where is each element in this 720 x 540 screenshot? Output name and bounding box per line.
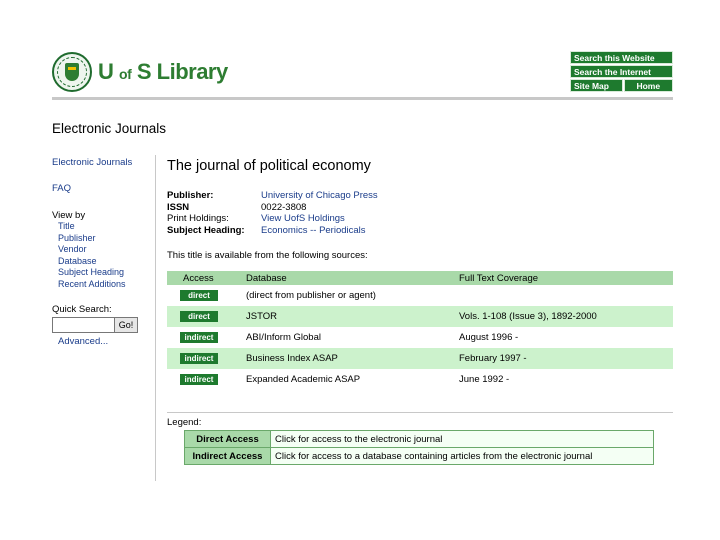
publisher-row: Publisher: University of Chicago Press [167, 190, 673, 202]
issn-value: 0022-3808 [261, 201, 307, 213]
go-button[interactable]: Go! [114, 317, 138, 333]
view-by-recent-additions[interactable]: Recent Additions [52, 279, 152, 291]
sources-header-row: Access Database Full Text Coverage [167, 271, 673, 285]
header-divider [52, 97, 673, 100]
page-title: Electronic Journals [52, 121, 167, 136]
view-by-title[interactable]: Title [52, 221, 152, 233]
legend-indirect-key: Indirect Access [184, 447, 271, 465]
sources-table: Access Database Full Text Coverage direc… [167, 271, 673, 390]
quick-search-label: Quick Search: [52, 304, 112, 315]
search-website-button[interactable]: Search this Website [570, 51, 673, 64]
journal-title: The journal of political economy [167, 158, 371, 174]
legend-indirect-desc: Click for access to a database containin… [270, 447, 654, 465]
advanced-search-link[interactable]: Advanced... [52, 336, 152, 347]
issn-label: ISSN [167, 201, 190, 213]
coverage-cell [459, 285, 673, 306]
home-button[interactable]: Home [623, 79, 673, 92]
legend-direct-key: Direct Access [184, 430, 271, 448]
publisher-link[interactable]: University of Chicago Press [261, 190, 378, 202]
sidebar: Electronic Journals FAQ View by Title Pu… [52, 157, 152, 347]
table-row: indirect Expanded Academic ASAP June 199… [167, 369, 673, 390]
legend-label: Legend: [167, 417, 202, 428]
availability-text: This title is available from the followi… [167, 250, 368, 261]
sidebar-item-electronic-journals[interactable]: Electronic Journals [52, 157, 152, 168]
legend-direct-desc: Click for access to the electronic journ… [270, 430, 654, 448]
access-button[interactable]: indirect [180, 332, 218, 343]
database-cell: (direct from publisher or agent) [246, 290, 376, 301]
site-title: U of S Library [98, 59, 228, 84]
main-content: The journal of political economy Publish… [167, 158, 673, 465]
database-cell: ABI/Inform Global [246, 332, 321, 343]
access-button[interactable]: direct [180, 311, 218, 322]
subject-row: Subject Heading: Economics -- Periodical… [167, 225, 673, 237]
database-cell: Business Index ASAP [246, 348, 459, 369]
col-coverage: Full Text Coverage [459, 271, 673, 285]
coverage-cell: August 1996 - [459, 332, 519, 343]
view-by-subject-heading[interactable]: Subject Heading [52, 267, 152, 279]
site-map-button[interactable]: Site Map [570, 79, 623, 92]
col-database: Database [246, 271, 459, 285]
search-internet-button[interactable]: Search the Internet [570, 65, 673, 78]
table-row: indirect Business Index ASAP February 19… [167, 348, 673, 369]
view-by-heading: View by [52, 210, 86, 221]
col-access: Access [167, 271, 246, 285]
coverage-cell: June 1992 - [459, 374, 510, 385]
publisher-label: Publisher: [167, 190, 214, 201]
legend-divider [167, 412, 673, 413]
database-cell: JSTOR [246, 306, 459, 327]
view-by-database[interactable]: Database [52, 256, 152, 268]
coverage-cell: Vols. 1-108 (Issue 3), 1892-2000 [459, 306, 673, 327]
print-holdings-link[interactable]: View UofS Holdings [261, 213, 345, 225]
access-button[interactable]: indirect [180, 353, 218, 364]
table-row: direct (direct from publisher or agent) [167, 285, 673, 306]
quick-nav: Search this Website Search the Internet … [570, 51, 673, 93]
access-button[interactable]: direct [180, 290, 218, 301]
university-seal-icon [52, 52, 92, 92]
table-row: direct JSTOR Vols. 1-108 (Issue 3), 1892… [167, 306, 673, 327]
print-holdings-label: Print Holdings: [167, 213, 229, 224]
coverage-cell: February 1997 - [459, 348, 673, 369]
legend-row-indirect: Indirect Access Click for access to a da… [184, 447, 654, 465]
table-row: indirect ABI/Inform Global August 1996 - [167, 327, 673, 348]
view-by-publisher[interactable]: Publisher [52, 233, 152, 245]
sidebar-item-faq[interactable]: FAQ [52, 183, 152, 194]
database-cell: Expanded Academic ASAP [246, 374, 361, 385]
legend-row-direct: Direct Access Click for access to the el… [184, 430, 654, 448]
legend-table: Direct Access Click for access to the el… [184, 430, 654, 465]
issn-row: ISSN 0022-3808 [167, 202, 673, 214]
site-logo[interactable]: U of S Library [52, 52, 228, 92]
view-by-vendor[interactable]: Vendor [52, 244, 152, 256]
subject-link[interactable]: Economics -- Periodicals [261, 225, 366, 237]
quick-search-form: Go! [52, 317, 152, 333]
subject-label: Subject Heading: [167, 224, 245, 236]
access-button[interactable]: indirect [180, 374, 218, 385]
quick-search-input[interactable] [52, 317, 114, 333]
sidebar-divider [155, 155, 156, 481]
print-holdings-row: Print Holdings: View UofS Holdings [167, 213, 673, 225]
